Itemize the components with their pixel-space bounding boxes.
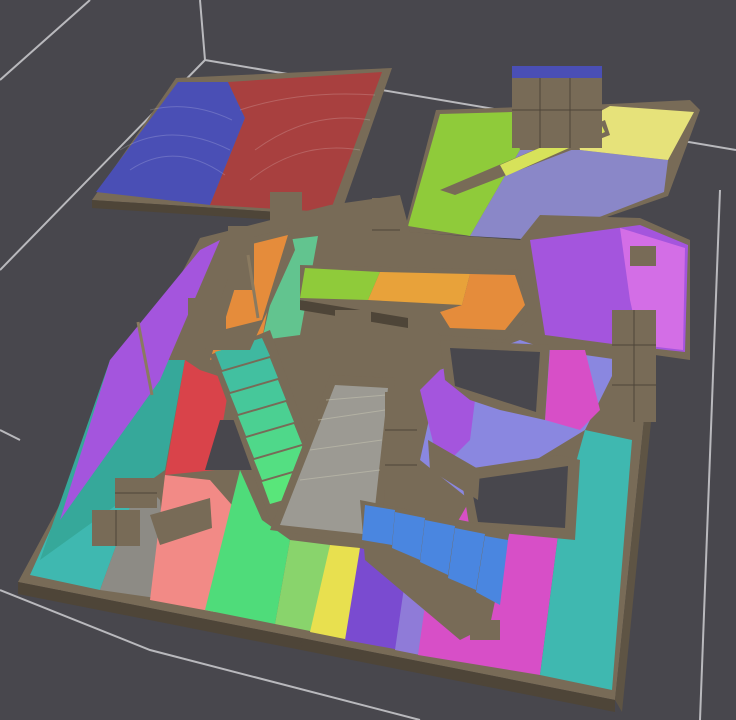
wall-segment (188, 298, 226, 348)
pillar-top (512, 66, 602, 78)
bbox-edge (699, 189, 721, 720)
bbox-edge (0, 429, 21, 441)
pillar (228, 226, 254, 290)
pillar (335, 310, 371, 346)
navmesh-plate-upper-left (92, 68, 392, 224)
bridge-green (300, 268, 380, 300)
pillar (372, 198, 400, 264)
navmesh-scene (0, 0, 736, 720)
pillar-block (512, 70, 602, 148)
3d-viewport[interactable] (0, 0, 736, 720)
cube-marker (630, 246, 656, 266)
step-block (470, 620, 500, 640)
bridge-orange (368, 272, 470, 305)
pillar (330, 238, 356, 264)
bbox-edge (0, 0, 91, 81)
pillar (270, 192, 302, 224)
navmesh-plate-upper-right (404, 66, 700, 240)
pillar (408, 305, 438, 365)
pillar (385, 392, 417, 502)
